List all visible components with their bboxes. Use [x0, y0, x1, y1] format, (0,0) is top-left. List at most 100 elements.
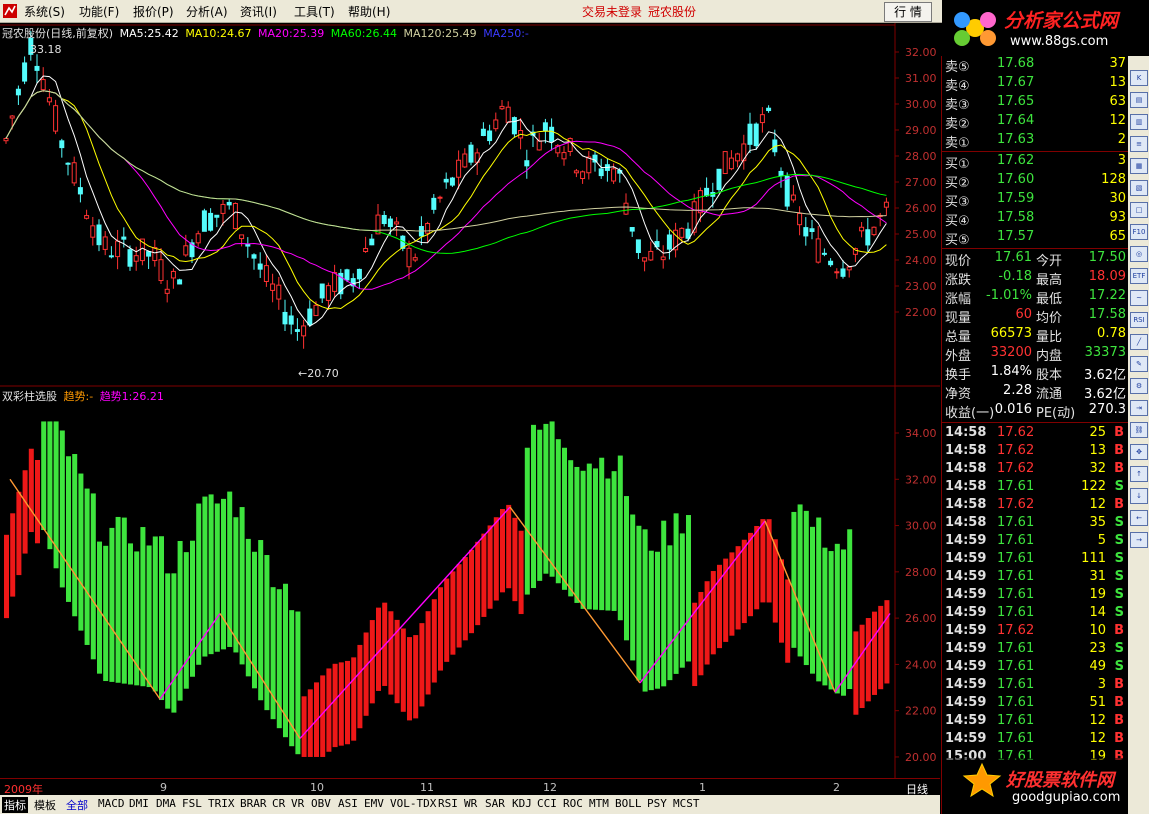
tick-volume: 31: [1089, 569, 1106, 584]
candle-body: [158, 259, 164, 282]
ask-row[interactable]: 卖⑤ 17.68 37: [942, 56, 1128, 75]
tab-sar[interactable]: SAR: [485, 797, 505, 810]
tab-dmi[interactable]: DMI: [129, 797, 149, 810]
tool-icon[interactable]: ⚙: [1130, 378, 1148, 394]
grid-icon[interactable]: ▦: [1130, 158, 1148, 174]
left-arrow-icon[interactable]: ←: [1130, 510, 1148, 526]
tick-side: S: [1114, 515, 1124, 530]
candle-body: [9, 115, 15, 119]
menu-tools[interactable]: 工具(T): [294, 3, 335, 20]
candle-body: [443, 178, 449, 183]
move-icon[interactable]: ✥: [1130, 444, 1148, 460]
stat-value: 0.016: [994, 402, 1032, 417]
tab-obv[interactable]: OBV: [311, 797, 331, 810]
tab-roc[interactable]: ROC: [563, 797, 583, 810]
stat-label: 今开: [1036, 254, 1063, 269]
tab-psy[interactable]: PSY: [647, 797, 667, 810]
tab-boll[interactable]: BOLL: [615, 797, 642, 810]
tab-fsl[interactable]: FSL: [182, 797, 202, 810]
indicator-tick-label: 20.00: [905, 751, 937, 764]
tab-mcst[interactable]: MCST: [673, 797, 700, 810]
menu-help[interactable]: 帮助(H): [348, 3, 390, 20]
window-icon[interactable]: □: [1130, 202, 1148, 218]
tab-dma[interactable]: DMA: [156, 797, 176, 810]
down-arrow-icon[interactable]: ↓: [1130, 488, 1148, 504]
indicator-bar: [146, 545, 152, 688]
indicator-bar: [667, 545, 673, 681]
tab-brar[interactable]: BRAR: [240, 797, 267, 810]
bid-row[interactable]: 买② 17.60 128: [942, 172, 1128, 191]
indicator-bar: [872, 611, 877, 695]
export-icon[interactable]: ⇥: [1130, 400, 1148, 416]
tab-wr[interactable]: WR: [464, 797, 477, 810]
tab-macd[interactable]: MACD: [98, 797, 125, 810]
ask-row[interactable]: 卖③ 17.65 63: [942, 94, 1128, 113]
candle-body: [753, 123, 759, 147]
stat-row: 现价 17.61 今开 17.50: [942, 250, 1128, 269]
tab-kdj[interactable]: KDJ: [512, 797, 532, 810]
tick-row: 14:59 17.62 10 B: [942, 623, 1128, 641]
indicator-bar: [128, 543, 133, 685]
ma20-label: MA20:25.39: [258, 27, 325, 40]
up-arrow-icon[interactable]: ↑: [1130, 466, 1148, 482]
tab-cci[interactable]: CCI: [537, 797, 557, 810]
chart-icon[interactable]: ▧: [1130, 180, 1148, 196]
ask-row[interactable]: 卖② 17.64 12: [942, 113, 1128, 132]
ma5-label: MA5:25.42: [119, 27, 179, 40]
menu-system[interactable]: 系统(S): [24, 3, 65, 20]
tab-indicator[interactable]: 指标: [2, 797, 28, 813]
tick-row: 14:59 17.61 12 B: [942, 731, 1128, 749]
bid-volume: 128: [1101, 172, 1126, 187]
candle-body: [282, 311, 288, 325]
tab-vr[interactable]: VR: [291, 797, 304, 810]
indicator-bar: [10, 513, 16, 597]
tick-icon[interactable]: ▤: [1130, 92, 1148, 108]
tab-emv[interactable]: EMV: [364, 797, 384, 810]
quote-button[interactable]: 行 情: [884, 2, 932, 22]
link-icon[interactable]: ⛓: [1130, 422, 1148, 438]
f10-icon[interactable]: F10: [1130, 224, 1148, 240]
line-icon[interactable]: ╱: [1130, 334, 1148, 350]
bid-row[interactable]: 买⑤ 17.57 65: [942, 229, 1128, 248]
bottom-brand-url[interactable]: goodgupiao.com: [1012, 790, 1120, 805]
bid-level: 买③: [945, 195, 970, 210]
price-tick-label: 31.00: [905, 72, 937, 85]
menu-function[interactable]: 功能(F): [79, 3, 119, 20]
tab-cr[interactable]: CR: [272, 797, 285, 810]
price-tick-label: 25.00: [905, 228, 937, 241]
ask-row[interactable]: 卖① 17.63 2: [942, 132, 1128, 151]
chart-area[interactable]: 32.00 31.00 30.00 29.00 28.00 27.00 26.00 25.00…: [0, 23, 940, 795]
list-icon[interactable]: ≡: [1130, 136, 1148, 152]
separator: [942, 151, 1128, 152]
candle-body: [697, 190, 703, 214]
ask-row[interactable]: 卖④ 17.67 13: [942, 75, 1128, 94]
bar-icon[interactable]: ▥: [1130, 114, 1148, 130]
right-arrow-icon[interactable]: →: [1130, 532, 1148, 548]
bid-volume: 30: [1109, 191, 1126, 206]
tab-rsi[interactable]: RSI: [438, 797, 458, 810]
tab-template[interactable]: 模板: [34, 797, 56, 813]
tick-side: S: [1114, 569, 1124, 584]
kline-icon[interactable]: K: [1130, 70, 1148, 86]
bid-row[interactable]: 买③ 17.59 30: [942, 191, 1128, 210]
menu-quote[interactable]: 报价(P): [133, 3, 174, 20]
menu-news[interactable]: 资讯(I): [240, 3, 277, 20]
zoom-icon[interactable]: ◎: [1130, 246, 1148, 262]
rsi-icon[interactable]: RSI: [1130, 312, 1148, 328]
tick-price: 17.62: [997, 461, 1035, 476]
indicator-bar: [630, 514, 636, 661]
brand-url[interactable]: www.88gs.com: [1010, 34, 1108, 49]
menu-analysis[interactable]: 分析(A): [186, 3, 228, 20]
tab-all[interactable]: 全部: [66, 797, 88, 813]
etf-icon[interactable]: ETF: [1130, 268, 1148, 284]
bid-row[interactable]: 买④ 17.58 93: [942, 210, 1128, 229]
tab-mtm[interactable]: MTM: [589, 797, 609, 810]
tab-asi[interactable]: ASI: [338, 797, 358, 810]
tab-trix[interactable]: TRIX: [208, 797, 235, 810]
bid-row[interactable]: 买① 17.62 3: [942, 153, 1128, 172]
draw-icon[interactable]: ✎: [1130, 356, 1148, 372]
candle-body: [834, 271, 840, 274]
trend-icon[interactable]: ~: [1130, 290, 1148, 306]
tick-volume: 122: [1081, 479, 1106, 494]
tab-vol-tdx[interactable]: VOL-TDX: [390, 797, 436, 810]
